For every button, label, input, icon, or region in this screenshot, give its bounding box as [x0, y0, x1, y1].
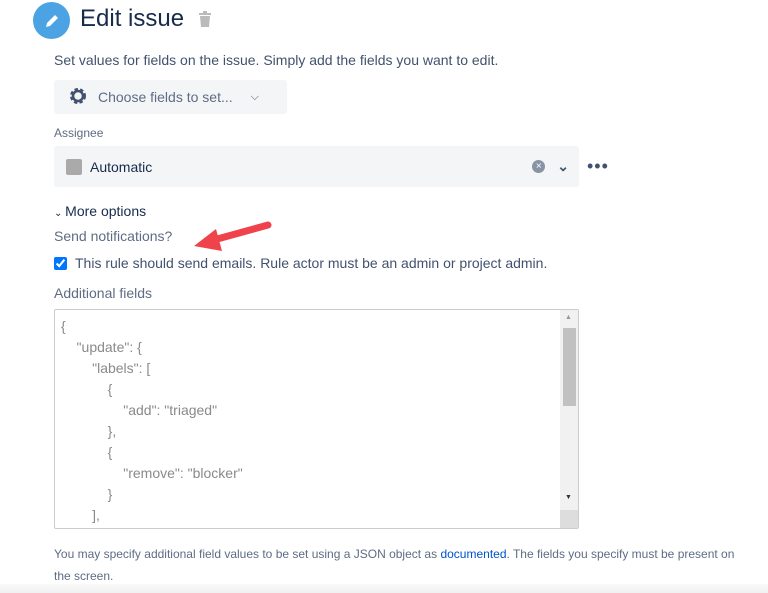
red-arrow-annotation: [194, 221, 272, 251]
send-emails-checkbox[interactable]: [54, 256, 67, 270]
resize-handle[interactable]: [560, 510, 578, 528]
code-line: {: [61, 381, 113, 397]
assignee-select[interactable]: Automatic × ⌄: [54, 146, 579, 187]
scrollbar[interactable]: ▲ ▼: [560, 310, 578, 528]
json-code: { "update": { "labels": [ { "add": "tria…: [61, 316, 243, 526]
chevron-down-icon[interactable]: ⌄: [557, 158, 569, 175]
scroll-down-icon[interactable]: ▼: [565, 494, 572, 501]
help-text: You may specify additional field values …: [54, 543, 754, 587]
code-line: {: [61, 444, 113, 460]
more-options-toggle[interactable]: ⌄ More options: [54, 203, 146, 219]
scroll-up-icon[interactable]: ▲: [565, 314, 572, 321]
code-line: "update": {: [61, 339, 142, 355]
pencil-icon: [33, 2, 70, 39]
help-text-pre: You may specify additional field values …: [54, 547, 441, 561]
send-notifications-label: Send notifications?: [54, 228, 173, 244]
send-emails-row: This rule should send emails. Rule actor…: [54, 255, 547, 271]
trash-icon[interactable]: [198, 11, 212, 32]
scrollbar-thumb[interactable]: [563, 328, 576, 406]
bottom-band: [0, 584, 768, 593]
clear-icon[interactable]: ×: [532, 160, 546, 173]
choose-fields-button[interactable]: Choose fields to set... ⌵: [54, 80, 287, 114]
code-line: ],: [61, 507, 100, 523]
code-line: {: [61, 318, 66, 334]
additional-fields-textarea[interactable]: { "update": { "labels": [ { "add": "tria…: [54, 309, 579, 529]
assignee-value: Automatic: [90, 158, 153, 175]
code-line: }: [61, 486, 113, 502]
description: Set values for fields on the issue. Simp…: [54, 52, 499, 68]
send-emails-label: This rule should send emails. Rule actor…: [75, 255, 548, 271]
chevron-down-icon: ⌄: [54, 208, 66, 219]
page-title: Edit issue: [80, 5, 185, 32]
more-options-label: More options: [65, 203, 147, 219]
avatar-icon: [66, 158, 82, 175]
code-line: "labels": [: [61, 360, 151, 376]
more-actions-icon[interactable]: •••: [587, 156, 609, 177]
gear-icon: [68, 86, 88, 109]
documented-link[interactable]: documented: [440, 547, 506, 561]
chevron-down-icon: ⌵: [250, 90, 259, 103]
code-line: "remove": "blocker": [61, 465, 243, 481]
code-line: },: [61, 423, 117, 439]
additional-fields-label: Additional fields: [54, 285, 153, 301]
assignee-label: Assignee: [54, 126, 104, 140]
code-line: "add": "triaged": [61, 402, 218, 418]
choose-fields-label: Choose fields to set...: [98, 89, 233, 105]
